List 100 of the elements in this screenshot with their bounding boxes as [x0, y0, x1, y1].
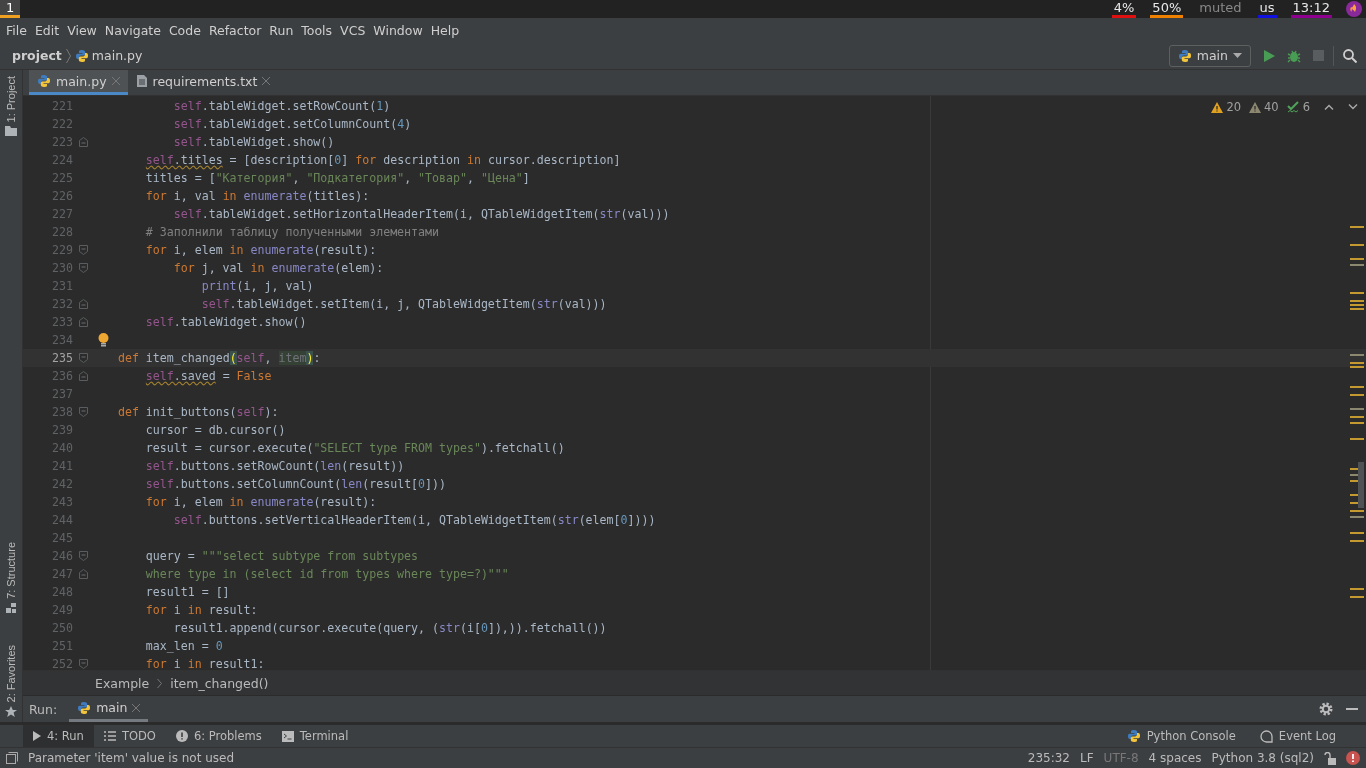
line-number: 244 [51, 513, 74, 527]
code-line: max_len = 0 [144, 639, 223, 653]
tool-window-button[interactable]: Terminal [271, 725, 359, 747]
breadcrumb-item[interactable]: main.py [91, 48, 143, 63]
code-line: self.buttons.setRowCount(len(result)) [144, 459, 405, 473]
breadcrumb-item[interactable]: project [12, 48, 62, 63]
close-icon[interactable] [132, 703, 141, 712]
line-number: 224 [51, 153, 74, 167]
menu-item[interactable]: Code [164, 22, 205, 38]
tool-window-button[interactable]: 1: Project [5, 76, 17, 137]
code-line: self.tableWidget.setHorizontalHeaderItem(i, QTableWidgetItem(str(val))) [172, 207, 670, 221]
tool-window-button[interactable]: TODO [93, 725, 166, 747]
run-configuration-dropdown[interactable]: main [1168, 44, 1251, 67]
status-item[interactable]: 235:32 [1027, 751, 1070, 765]
line-number: 231 [51, 279, 74, 293]
menu-item[interactable]: Run [265, 22, 298, 38]
status-item[interactable]: LF [1080, 751, 1094, 765]
line-number: 247 [51, 567, 74, 581]
line-number: 249 [51, 603, 74, 617]
fold-icon[interactable] [79, 551, 88, 561]
chevron-icon [65, 48, 71, 63]
menu-item[interactable]: Help [426, 22, 464, 38]
tool-window-button[interactable]: 7: Structure [5, 541, 17, 613]
line-number: 243 [51, 495, 74, 509]
line-number: 233 [51, 315, 74, 329]
line-number: 234 [51, 333, 74, 347]
inspection-count[interactable]: 20 [1211, 100, 1242, 114]
breadcrumb-item[interactable]: item_changed() [170, 675, 269, 691]
menu-item[interactable]: Edit [30, 22, 64, 38]
panel-label: Run: [29, 701, 58, 717]
tool-window-button[interactable]: 2: Favorites [5, 644, 17, 718]
chevron-down-icon[interactable] [1348, 104, 1358, 110]
breadcrumb-item[interactable]: Example [95, 675, 150, 691]
fold-icon[interactable] [79, 569, 88, 579]
workspace-tab[interactable]: 1 [0, 0, 21, 18]
unlock-icon[interactable] [1324, 751, 1336, 765]
line-number: 245 [51, 531, 74, 545]
code-line: result = cursor.execute("SELECT type FROM types").fetchall() [144, 441, 565, 455]
fold-icon[interactable] [79, 371, 88, 381]
line-number: 246 [51, 549, 74, 563]
python-icon [1126, 729, 1141, 743]
menu-item[interactable]: View [63, 22, 101, 38]
error-icon[interactable] [1346, 751, 1360, 765]
code-line: def item_changed(self, item): [116, 351, 321, 365]
code-line: self.buttons.setColumnCount(len(result[0])) [144, 477, 447, 491]
list-icon [103, 731, 116, 741]
code-line: result1 = [] [144, 585, 230, 599]
fold-icon[interactable] [79, 353, 88, 363]
code-line: for j, val in enumerate(elem): [172, 261, 384, 275]
menu-item[interactable]: File [2, 22, 31, 38]
status-indicator: 4% [1111, 0, 1137, 18]
editor-tab[interactable]: main.py [29, 70, 128, 95]
fold-icon[interactable] [79, 245, 88, 255]
code-line: for i in result: [144, 603, 258, 617]
python-file-icon [37, 74, 51, 88]
fold-icon[interactable] [79, 299, 88, 309]
close-icon[interactable] [111, 77, 120, 85]
line-number: 239 [51, 423, 74, 437]
line-number: 229 [51, 243, 74, 257]
line-number: 251 [51, 639, 74, 653]
fold-icon[interactable] [79, 137, 88, 147]
speech-bubble-icon [1259, 729, 1273, 743]
tool-window-button[interactable]: 4: Run [23, 725, 94, 747]
close-icon[interactable] [262, 77, 271, 85]
status-item[interactable]: 4 spaces [1148, 751, 1202, 765]
bulb-icon[interactable] [98, 333, 109, 347]
menu-item[interactable]: VCS [336, 22, 370, 38]
tool-window-button[interactable]: Python Console [1116, 725, 1246, 747]
menu-item[interactable]: Navigate [100, 22, 165, 38]
status-indicator: 13:12 [1290, 0, 1332, 18]
inspection-count[interactable]: 6 [1286, 100, 1310, 114]
python-icon [77, 700, 92, 715]
inspection-count[interactable]: 40 [1249, 100, 1279, 114]
code-line: query = """select subtype from subtypes [144, 549, 419, 563]
line-number: 227 [51, 207, 74, 221]
line-number: 242 [51, 477, 74, 491]
play-icon [33, 731, 41, 741]
chevron-up-icon[interactable] [1324, 104, 1334, 110]
fold-icon[interactable] [79, 317, 88, 327]
app-icon [1346, 1, 1362, 17]
line-number: 235 [51, 351, 74, 365]
fold-icon[interactable] [79, 407, 88, 417]
folder-icon [5, 126, 17, 137]
fold-icon[interactable] [79, 659, 88, 669]
code-line: self.tableWidget.show() [144, 315, 307, 329]
menu-item[interactable]: Refactor [204, 22, 266, 38]
tab-label: main.py [56, 73, 107, 89]
panel-toggle-icon[interactable] [6, 752, 18, 764]
editor-tab[interactable]: requirements.txt [127, 70, 279, 95]
line-number: 240 [51, 441, 74, 455]
tool-window-button[interactable]: Event Log [1249, 725, 1346, 747]
code-line: cursor = db.cursor() [144, 423, 286, 437]
line-number: 221 [51, 99, 74, 113]
line-number: 228 [51, 225, 74, 239]
status-item[interactable]: Python 3.8 (sql2) [1211, 751, 1314, 765]
line-number: 230 [51, 261, 74, 275]
menu-item[interactable]: Tools [297, 22, 337, 38]
menu-item[interactable]: Window [369, 22, 427, 38]
fold-icon[interactable] [79, 263, 88, 273]
tool-window-button[interactable]: 6: Problems [165, 725, 272, 747]
